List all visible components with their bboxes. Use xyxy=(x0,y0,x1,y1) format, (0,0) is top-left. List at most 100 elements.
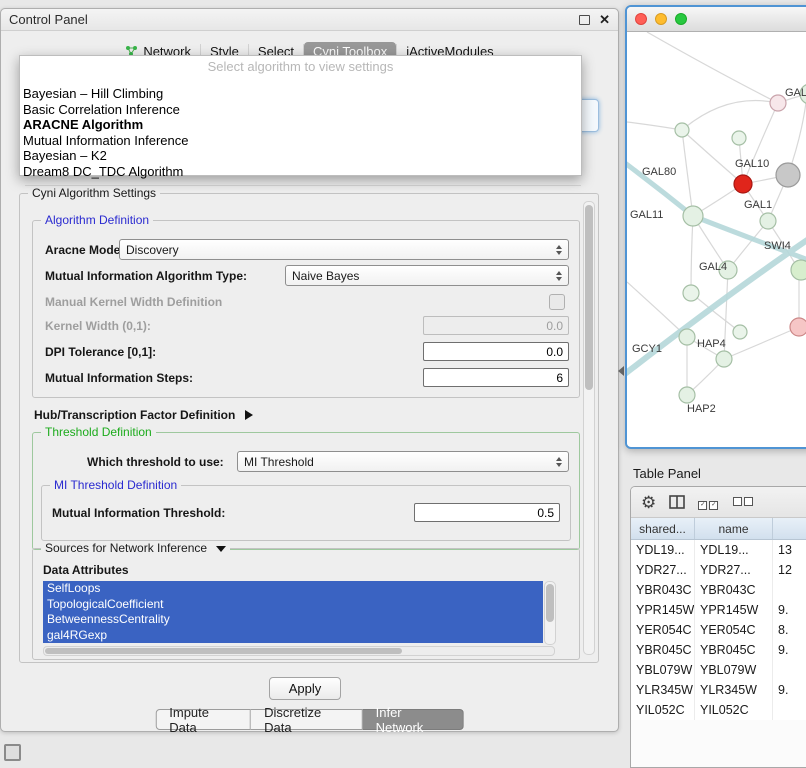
cell-value[interactable] xyxy=(773,660,806,680)
attribute-item[interactable]: SelfLoops xyxy=(43,581,543,597)
mi-threshold-definition-group: MI Threshold Definition Mutual Informati… xyxy=(41,485,571,541)
gene-node[interactable] xyxy=(683,285,699,301)
dropdown-item[interactable]: Basic Correlation Inference xyxy=(20,102,581,118)
gene-node[interactable] xyxy=(675,123,689,137)
cell-value[interactable]: 8. xyxy=(773,620,806,640)
column-header-name[interactable]: name xyxy=(695,518,773,539)
dropdown-item[interactable]: Dream8 DC_TDC Algorithm xyxy=(20,164,581,180)
cell-shared-name[interactable]: YPR145W xyxy=(631,600,695,620)
kernel-width-field[interactable]: 0.0 xyxy=(423,316,569,335)
cell-value[interactable] xyxy=(773,580,806,600)
settings-scrollbar[interactable] xyxy=(583,201,595,655)
gene-node[interactable] xyxy=(770,95,786,111)
table-row[interactable]: YBR045C YBR045C 9. xyxy=(631,640,806,660)
tab-discretize-data[interactable]: Discretize Data xyxy=(251,709,362,730)
dropdown-item[interactable]: Bayesian – Hill Climbing xyxy=(20,86,581,102)
attributes-vscroll-thumb[interactable] xyxy=(546,584,554,622)
cell-shared-name[interactable]: YDR27... xyxy=(631,560,695,580)
table-row[interactable]: YIL052C YIL052C xyxy=(631,700,806,720)
panel-collapse-arrow[interactable] xyxy=(618,366,624,376)
dropdown-item[interactable]: Mutual Information Inference xyxy=(20,133,581,149)
select-all-icon[interactable]: ✓✓ xyxy=(698,493,720,511)
network-canvas[interactable]: GAL GAL80 GAL10 GAL11 GAL1 SWI4 GAL4 GCY… xyxy=(627,32,806,446)
close-icon[interactable]: ✕ xyxy=(599,13,610,26)
cell-shared-name[interactable]: YER054C xyxy=(631,620,695,640)
cell-name[interactable]: YPR145W xyxy=(695,600,773,620)
attributes-horizontal-scrollbar[interactable] xyxy=(43,646,555,656)
sources-group-title[interactable]: Sources for Network Inference xyxy=(41,541,230,555)
column-header-shared-name[interactable]: shared... xyxy=(631,518,695,539)
manual-kernel-checkbox[interactable] xyxy=(549,294,565,310)
apply-button[interactable]: Apply xyxy=(269,677,341,700)
cell-shared-name[interactable]: YBR043C xyxy=(631,580,695,600)
cell-value[interactable]: 9. xyxy=(773,640,806,660)
mi-type-select[interactable]: Naive Bayes xyxy=(285,265,569,286)
attribute-item[interactable]: gal4RGexp xyxy=(43,628,543,644)
cell-value[interactable]: 13 xyxy=(773,540,806,560)
dropdown-item[interactable]: Bayesian – K2 xyxy=(20,148,581,164)
settings-gear-icon[interactable]: ⚙ xyxy=(641,494,656,511)
minimize-traffic-light[interactable] xyxy=(655,13,667,25)
table-row[interactable]: YBL079W YBL079W xyxy=(631,660,806,680)
cell-value[interactable] xyxy=(773,700,806,720)
cell-value[interactable]: 12 xyxy=(773,560,806,580)
dropdown-item-selected[interactable]: ARACNE Algorithm xyxy=(20,117,581,133)
cell-shared-name[interactable]: YBL079W xyxy=(631,660,695,680)
cell-name[interactable]: YLR345W xyxy=(695,680,773,700)
settings-scrollbar-thumb[interactable] xyxy=(585,205,593,390)
column-selector-icon[interactable] xyxy=(669,495,685,509)
cell-name[interactable]: YIL052C xyxy=(695,700,773,720)
zoom-traffic-light[interactable] xyxy=(675,13,687,25)
cell-name[interactable]: YDL19... xyxy=(695,540,773,560)
cell-name[interactable]: YBR043C xyxy=(695,580,773,600)
table-row[interactable]: YDL19... YDL19... 13 xyxy=(631,540,806,560)
hub-definition-toggle[interactable]: Hub/Transcription Factor Definition xyxy=(34,404,578,425)
gene-node-red[interactable] xyxy=(734,175,752,193)
gene-node[interactable] xyxy=(679,329,695,345)
gene-node-gray[interactable] xyxy=(776,163,800,187)
cell-name[interactable]: YBL079W xyxy=(695,660,773,680)
cell-shared-name[interactable]: YBR045C xyxy=(631,640,695,660)
gene-node-pink[interactable] xyxy=(790,318,806,336)
attribute-item[interactable]: TopologicalCoefficient xyxy=(43,597,543,613)
table-row[interactable]: YLR345W YLR345W 9. xyxy=(631,680,806,700)
restore-panel-icon[interactable] xyxy=(4,744,21,761)
cell-name[interactable]: YBR045C xyxy=(695,640,773,660)
which-threshold-select[interactable]: MI Threshold xyxy=(237,451,569,472)
gene-node[interactable] xyxy=(732,131,746,145)
cell-name[interactable]: YER054C xyxy=(695,620,773,640)
attributes-hscroll-thumb[interactable] xyxy=(45,648,402,654)
attributes-vertical-scrollbar[interactable] xyxy=(544,581,556,645)
mi-steps-field[interactable]: 6 xyxy=(423,368,569,387)
cell-shared-name[interactable]: YLR345W xyxy=(631,680,695,700)
control-panel-window: Control Panel ✕ Network Style Select Cyn… xyxy=(0,8,619,732)
collapse-down-icon[interactable] xyxy=(216,546,226,552)
table-row[interactable]: YPR145W YPR145W 9. xyxy=(631,600,806,620)
cell-value[interactable]: 9. xyxy=(773,680,806,700)
cell-value[interactable]: 9. xyxy=(773,600,806,620)
attribute-item[interactable]: BetweennessCentrality xyxy=(43,612,543,628)
tab-impute-data[interactable]: Impute Data xyxy=(155,709,251,730)
mi-type-label: Mutual Information Algorithm Type: xyxy=(45,269,247,283)
gene-node[interactable] xyxy=(683,206,703,226)
deselect-all-icon[interactable] xyxy=(733,493,755,511)
cell-shared-name[interactable]: YDL19... xyxy=(631,540,695,560)
table-row[interactable]: YDR27... YDR27... 12 xyxy=(631,560,806,580)
gene-node[interactable] xyxy=(679,387,695,403)
expand-right-icon[interactable] xyxy=(245,410,253,420)
gene-node[interactable] xyxy=(716,351,732,367)
mi-threshold-field[interactable]: 0.5 xyxy=(414,503,560,522)
dpi-tolerance-field[interactable]: 0.0 xyxy=(423,342,569,361)
cell-name[interactable]: YDR27... xyxy=(695,560,773,580)
cell-shared-name[interactable]: YIL052C xyxy=(631,700,695,720)
table-row[interactable]: YER054C YER054C 8. xyxy=(631,620,806,640)
gene-node[interactable] xyxy=(791,260,806,280)
gene-node[interactable] xyxy=(733,325,747,339)
float-window-icon[interactable] xyxy=(579,15,590,25)
tab-infer-network[interactable]: Infer Network xyxy=(363,709,464,730)
table-row[interactable]: YBR043C YBR043C xyxy=(631,580,806,600)
close-traffic-light[interactable] xyxy=(635,13,647,25)
aracne-mode-select[interactable]: Discovery xyxy=(119,239,569,260)
column-header-extra[interactable] xyxy=(773,518,806,539)
gene-node[interactable] xyxy=(760,213,776,229)
